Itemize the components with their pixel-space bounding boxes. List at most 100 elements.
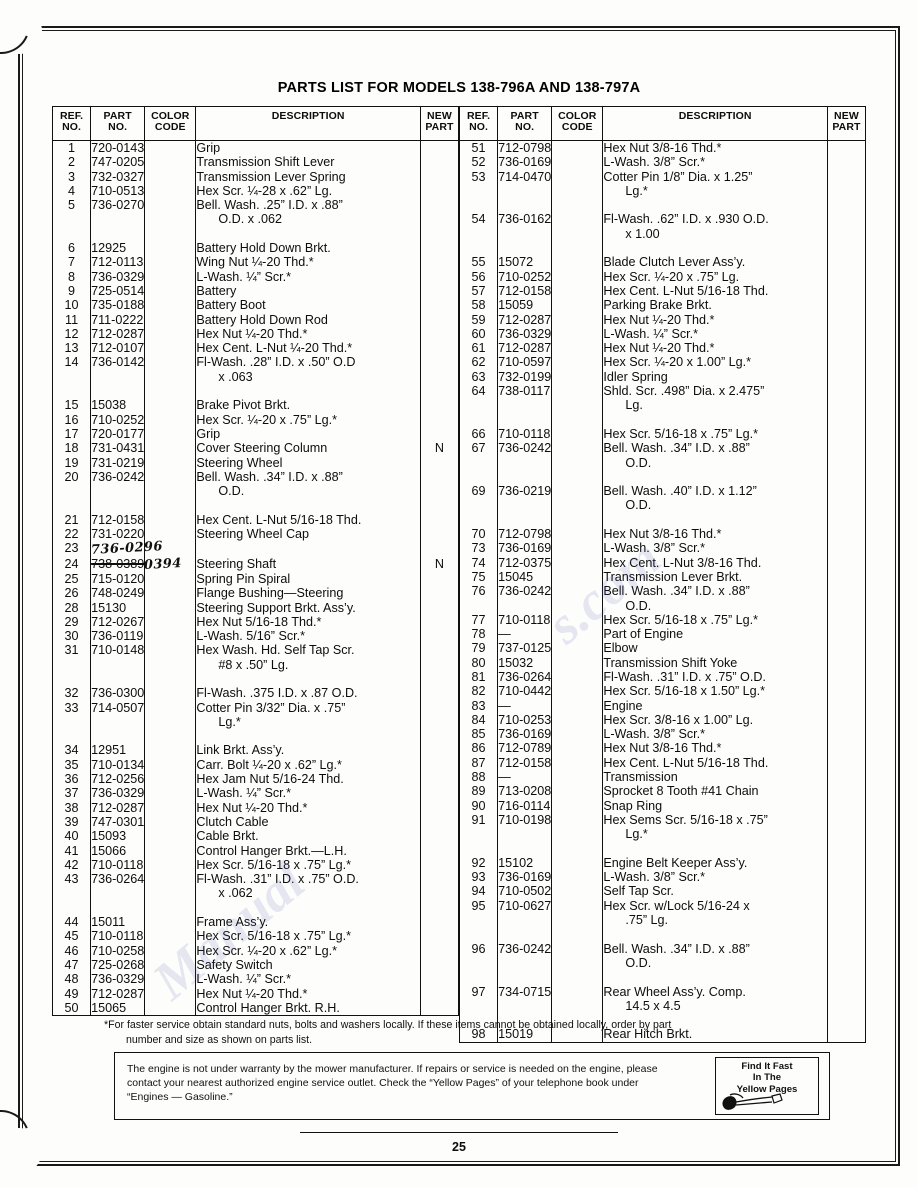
cell-new-part [419, 686, 460, 701]
cell-new-part [826, 569, 867, 585]
cell-part-no: 15059 [497, 298, 553, 313]
cell-color-code [144, 772, 197, 787]
cell-color-code [144, 829, 197, 844]
table-row-spacer [51, 900, 460, 916]
cell-description: Safety Switch [195, 957, 421, 973]
cell-part-no: — [497, 627, 553, 642]
cell-ref-no: 70 [458, 527, 499, 542]
cell-color-code [551, 527, 604, 542]
cell-new-part [419, 312, 460, 327]
header-ref-line2: NO. [62, 120, 82, 133]
cell-part-no: 15072 [497, 255, 553, 270]
cell-new-part [826, 727, 867, 742]
cell-color-code [551, 984, 604, 1014]
cell-description: Link Brkt. Ass’y. [195, 743, 421, 758]
cell-description: Grip [195, 140, 421, 156]
cell-part-no: — [497, 770, 553, 785]
cell-description: L-Wash. ¼” Scr.* [195, 972, 421, 987]
cell-color-code [144, 800, 197, 815]
cell-description: Steering Wheel Cap [195, 527, 421, 542]
cell-new-part [419, 772, 460, 787]
cell-description: L-Wash. ¼” Scr.* [602, 326, 828, 342]
cell-ref-no: 69 [458, 484, 499, 513]
cell-ref-no: 7 [51, 255, 92, 270]
cell-color-code [551, 212, 604, 242]
table-row: 47 725-0268 Safety Switch [51, 957, 460, 973]
cell-description: Hex Scr. 5/16-18 x .75” Lg.* [195, 929, 421, 944]
cell-part-no: 747-0205 [90, 155, 146, 170]
table-row-spacer [51, 729, 460, 744]
cell-ref-no: 9 [51, 283, 92, 299]
cell-color-code [551, 484, 604, 513]
cell-part-no: 737-0125 [497, 641, 553, 656]
table-row: 5 736-0270 Bell. Wash. .25” I.D. x .88” O.D… [51, 198, 460, 227]
table-row: 63 732-0199 Idler Spring [458, 369, 867, 385]
cell-description: Brake Pivot Brkt. [195, 398, 421, 413]
table-row: 24 738-0389 0394 Steering Shaft N [51, 556, 460, 573]
table-header-left: REF. NO. PART NO. COLOR CODE DESCRIPTION… [51, 106, 460, 141]
cell-description: Self Tap Scr. [602, 884, 828, 899]
cell-color-code [144, 943, 197, 958]
cell-ref-no: 47 [51, 957, 92, 973]
table-row: 79 737-0125 Elbow [458, 641, 867, 656]
cell-description: Transmission Shift Lever [195, 155, 421, 170]
cell-description-continued: Lg.* [625, 827, 648, 842]
cell-new-part [419, 341, 460, 356]
cell-color-code [551, 669, 604, 685]
cell-part-no: 712-0107 [90, 341, 146, 356]
cell-new-part [419, 643, 460, 672]
cell-color-code [144, 757, 197, 773]
cell-new-part [419, 140, 460, 156]
table-row: 10 735-0188 Battery Boot [51, 298, 460, 313]
cell-color-code [144, 326, 197, 342]
cell-description: Battery Boot [195, 298, 421, 313]
cell-new-part [826, 684, 867, 699]
table-row: 7 712-0113 Wing Nut ¼-20 Thd.* [51, 255, 460, 270]
table-row: 44 15011 Frame Ass’y. [51, 915, 460, 930]
parts-list-container: REF. NO. PART NO. COLOR CODE DESCRIPTION… [51, 106, 867, 1043]
cell-color-code [144, 298, 197, 313]
cell-description [195, 541, 421, 557]
cell-new-part: N [419, 441, 460, 456]
cell-new-part [826, 283, 867, 299]
cell-part-no: 712-0287 [90, 800, 146, 815]
cell-ref-no: 61 [458, 341, 499, 356]
cell-part-no: 712-0267 [90, 614, 146, 630]
cell-part-no: 15065 [90, 1000, 146, 1016]
cell-part-no: 748-0249 [90, 586, 146, 601]
cell-color-code [551, 269, 604, 284]
table-row: 58 15059 Parking Brake Brkt. [458, 298, 867, 313]
cell-description: Hex Cent. L-Nut 5/16-18 Thd. [602, 755, 828, 771]
cell-color-code [144, 255, 197, 270]
cell-new-part [419, 169, 460, 184]
table-row: 95 710-0627 Hex Scr. w/Lock 5/16-24 x .75” … [458, 898, 867, 928]
cell-description: Idler Spring [602, 369, 828, 385]
cell-color-code [551, 298, 604, 313]
cell-color-code [551, 355, 604, 370]
cell-ref-no: 32 [51, 686, 92, 701]
header-new-part: NEW PART [419, 106, 460, 141]
table-body-left: 1 720-0143 Grip 2 747-0205 Transmission Shift… [51, 140, 460, 1016]
cell-new-part [826, 426, 867, 442]
cell-color-code [144, 629, 197, 644]
cell-description: Battery Hold Down Brkt. [195, 241, 421, 256]
cell-ref-no: 24 [51, 556, 92, 572]
table-row: 29 712-0267 Hex Nut 5/16-18 Thd.* [51, 614, 460, 630]
header-ref-no: REF. NO. [51, 106, 92, 141]
cell-part-no: 736-0242 [497, 941, 553, 971]
cell-new-part [826, 770, 867, 785]
table-row: 32 736-0300 Fl-Wash. .375 I.D. x .87 O.D. [51, 686, 460, 701]
cell-color-code [144, 786, 197, 801]
table-row: 12 712-0287 Hex Nut ¼-20 Thd.* [51, 326, 460, 342]
cell-color-code [144, 412, 197, 427]
table-row-spacer [458, 927, 867, 942]
parts-table-right: REF. NO. PART NO. COLOR CODE DESCRIPTION… [458, 106, 867, 1043]
table-row: 25 715-0120 Spring Pin Spiral [51, 571, 460, 587]
cell-color-code [551, 798, 604, 813]
cell-ref-no: 33 [51, 700, 92, 730]
cell-new-part [826, 541, 867, 556]
cell-description-continued: Lg. [625, 398, 643, 413]
table-row: 61 712-0287 Hex Nut ¼-20 Thd.* [458, 341, 867, 356]
cell-color-code [144, 957, 197, 973]
cell-part-no: 710-0513 [90, 183, 146, 199]
